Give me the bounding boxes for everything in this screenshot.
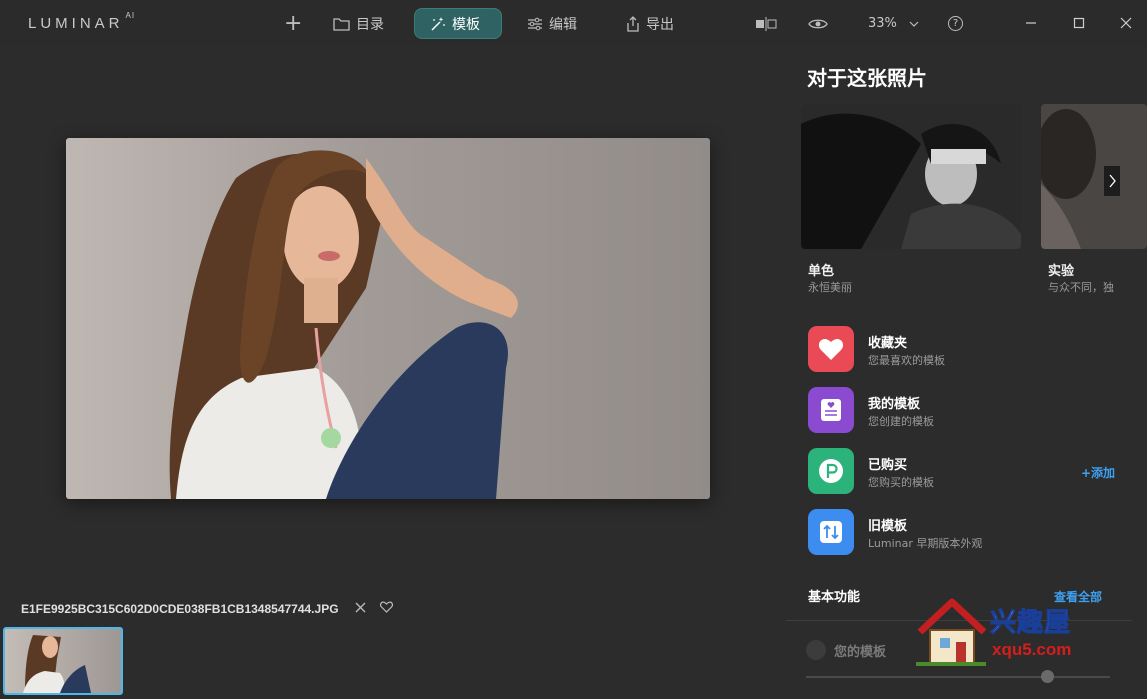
portrait-photo (169, 150, 518, 499)
category-favorites-sub: 您最喜欢的模板 (868, 354, 945, 367)
filename-bar: E1FE9925BC315C602D0CDE038FB1CB1348547744… (21, 601, 393, 616)
amount-slider-track[interactable] (806, 676, 1110, 678)
folder-icon (333, 17, 350, 31)
purchased-icon (808, 448, 854, 494)
chevron-right-icon (1109, 174, 1116, 188)
category-favorites-title: 收藏夹 (868, 336, 908, 351)
app-window: LUMINAR AI + 目录 模板 编辑 导出 33% ? E1FE9925B… (0, 0, 1147, 699)
card-mono-title: 单色 (808, 264, 835, 279)
sliders-icon (527, 17, 543, 31)
category-my-templates[interactable]: 我的模板 您创建的模板 (808, 387, 1138, 435)
panel-title: 对于这张照片 (807, 66, 927, 90)
eye-icon (808, 17, 828, 31)
category-purchased[interactable]: 已购买 您购买的模板 (808, 448, 1108, 496)
tab-catalog[interactable]: 目录 (333, 8, 384, 39)
legacy-icon (808, 509, 854, 555)
mono-preview-image (801, 104, 1021, 249)
watermark-text: 兴趣屋 (989, 608, 1072, 639)
tab-edit[interactable]: 编辑 (527, 8, 577, 39)
chevron-down-icon (909, 21, 919, 27)
category-legacy-title: 旧模板 (868, 519, 908, 534)
thumbnail-image (23, 635, 91, 693)
close-button[interactable] (1115, 12, 1137, 34)
photo-canvas[interactable] (66, 138, 710, 499)
category-favorites[interactable]: 收藏夹 您最喜欢的模板 (808, 326, 1138, 374)
minimize-button[interactable] (1020, 12, 1042, 34)
category-legacy[interactable]: 旧模板 Luminar 早期版本外观 (808, 509, 1138, 557)
tab-export[interactable]: 导出 (626, 8, 674, 39)
zoom-dropdown[interactable]: 33% (868, 8, 919, 39)
close-image-button[interactable] (355, 602, 366, 616)
my-templates-icon (808, 387, 854, 433)
template-card-experimental[interactable] (1041, 104, 1147, 249)
preset-row[interactable]: 您的模板 (806, 640, 886, 660)
preview-toggle[interactable] (808, 8, 828, 39)
card-experimental-title: 实验 (1048, 264, 1075, 279)
amount-slider-knob[interactable] (1041, 670, 1054, 683)
filename-label: E1FE9925BC315C602D0CDE038FB1CB1348547744… (21, 601, 339, 616)
essentials-title: 基本功能 (808, 590, 861, 605)
logo-suffix: AI (125, 11, 136, 20)
tab-templates[interactable]: 模板 (414, 8, 502, 39)
maximize-icon (1073, 17, 1085, 29)
top-toolbar: LUMINAR AI + 目录 模板 编辑 导出 33% ? (0, 0, 1147, 46)
help-icon: ? (948, 16, 963, 31)
preset-toggle[interactable] (806, 640, 826, 660)
category-purchased-title: 已购买 (868, 458, 908, 473)
zoom-value: 33% (868, 16, 897, 31)
experimental-preview-image (1041, 104, 1147, 249)
close-icon (1120, 17, 1132, 29)
plus-icon: + (284, 11, 303, 36)
category-legacy-sub: Luminar 早期版本外观 (868, 537, 983, 550)
category-purchased-sub: 您购买的模板 (868, 476, 934, 489)
app-logo: LUMINAR AI (28, 11, 135, 32)
tab-export-label: 导出 (646, 16, 674, 33)
minimize-icon (1026, 22, 1036, 24)
tab-templates-label: 模板 (452, 16, 480, 33)
tab-catalog-label: 目录 (356, 16, 384, 33)
category-my-templates-sub: 您创建的模板 (868, 415, 934, 428)
category-my-templates-title: 我的模板 (868, 397, 921, 412)
watermark-url: xqu5.com (992, 640, 1072, 659)
preset-label: 您的模板 (834, 644, 887, 660)
maximize-button[interactable] (1068, 12, 1090, 34)
close-icon (355, 602, 365, 612)
share-icon (626, 15, 640, 32)
split-view-icon (755, 16, 777, 31)
carousel-next-button[interactable] (1104, 166, 1120, 196)
house-logo (916, 598, 987, 666)
card-experimental-desc: 与众不同，独 (1048, 281, 1114, 294)
add-photos-button[interactable]: + (284, 8, 302, 39)
watermark: 兴趣屋 xqu5.com (912, 596, 1090, 670)
add-templates-link[interactable]: +添加 (1081, 464, 1115, 481)
favorite-button[interactable] (379, 601, 393, 616)
heart-icon (808, 326, 854, 372)
tab-edit-label: 编辑 (549, 16, 577, 33)
card-mono-desc: 永恒美丽 (808, 281, 852, 294)
heart-icon (379, 601, 393, 613)
compare-toggle[interactable] (755, 8, 777, 39)
filmstrip-thumbnail[interactable] (3, 627, 123, 695)
template-card-mono[interactable] (801, 104, 1021, 249)
help-button[interactable]: ? (948, 8, 963, 39)
logo-text: LUMINAR (28, 15, 124, 32)
magic-wand-icon (429, 16, 446, 32)
